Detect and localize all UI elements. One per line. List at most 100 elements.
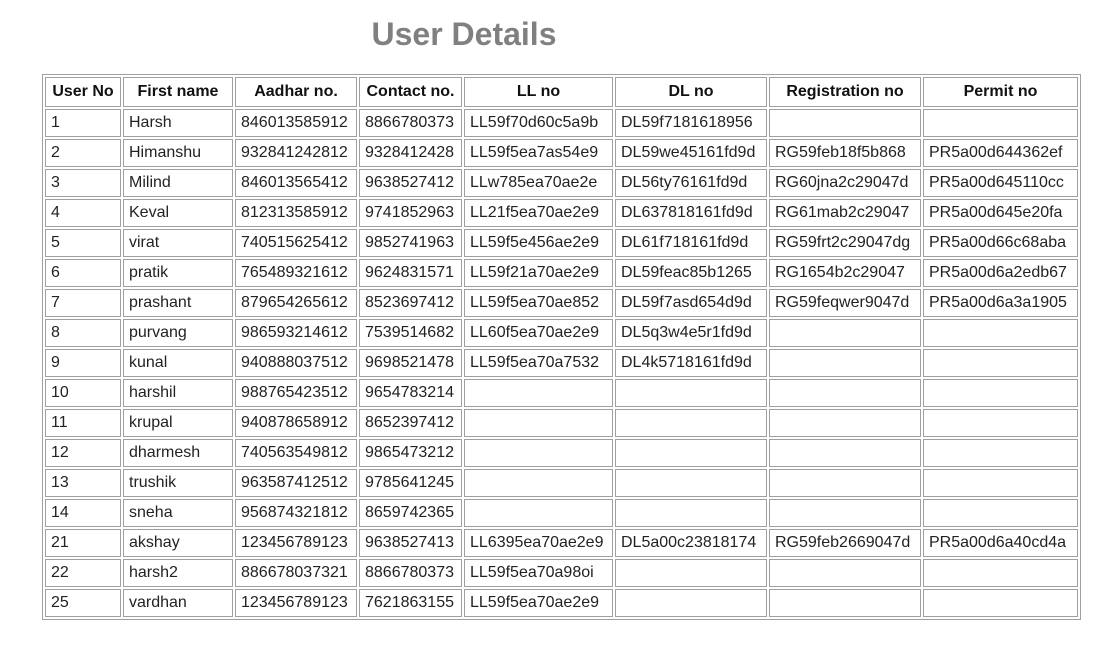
dl-no-cell: DL5q3w4e5r1fd9d	[615, 319, 767, 347]
ll-no-cell: LL60f5ea70ae2e9	[464, 319, 613, 347]
user-no-cell: 13	[45, 469, 121, 497]
table-row: 11 krupal 940878658912 8652397412	[45, 409, 1078, 437]
ll-no-cell	[464, 499, 613, 527]
permit-no-cell	[923, 559, 1078, 587]
aadhar-no-cell: 879654265612	[235, 289, 357, 317]
first-name-cell: Milind	[123, 169, 233, 197]
registration-no-cell	[769, 349, 921, 377]
aadhar-no-cell: 123456789123	[235, 529, 357, 557]
user-no-cell: 6	[45, 259, 121, 287]
ll-no-cell: LL59f5ea7as54e9	[464, 139, 613, 167]
permit-no-cell	[923, 469, 1078, 497]
registration-no-cell	[769, 559, 921, 587]
contact-no-cell: 9852741963	[359, 229, 462, 257]
aadhar-no-cell: 986593214612	[235, 319, 357, 347]
first-name-cell: harsh2	[123, 559, 233, 587]
dl-no-cell: DL61f718161fd9d	[615, 229, 767, 257]
header-dl-no: DL no	[615, 77, 767, 107]
table-row: 8 purvang 986593214612 7539514682 LL60f5ea70…	[45, 319, 1078, 347]
ll-no-cell: LL59f5ea70ae852	[464, 289, 613, 317]
dl-no-cell: DL59we45161fd9d	[615, 139, 767, 167]
aadhar-no-cell: 940888037512	[235, 349, 357, 377]
contact-no-cell: 8866780373	[359, 109, 462, 137]
permit-no-cell: PR5a00d645110cc	[923, 169, 1078, 197]
table-row: 3 Milind 846013565412 9638527412 LLw785ea70a…	[45, 169, 1078, 197]
permit-no-cell: PR5a00d6a2edb67	[923, 259, 1078, 287]
contact-no-cell: 7539514682	[359, 319, 462, 347]
first-name-cell: sneha	[123, 499, 233, 527]
user-no-cell: 1	[45, 109, 121, 137]
permit-no-cell: PR5a00d66c68aba	[923, 229, 1078, 257]
table-row: 25 vardhan 123456789123 7621863155 LL59f5ea7…	[45, 589, 1078, 617]
contact-no-cell: 9654783214	[359, 379, 462, 407]
permit-no-cell	[923, 499, 1078, 527]
dl-no-cell	[615, 589, 767, 617]
table-row: 14 sneha 956874321812 8659742365	[45, 499, 1078, 527]
table-body: 1 Harsh 846013585912 8866780373 LL59f70d60c5…	[45, 109, 1078, 617]
first-name-cell: krupal	[123, 409, 233, 437]
first-name-cell: virat	[123, 229, 233, 257]
registration-no-cell	[769, 379, 921, 407]
contact-no-cell: 9865473212	[359, 439, 462, 467]
aadhar-no-cell: 846013585912	[235, 109, 357, 137]
ll-no-cell: LL6395ea70ae2e9	[464, 529, 613, 557]
user-no-cell: 4	[45, 199, 121, 227]
user-no-cell: 14	[45, 499, 121, 527]
registration-no-cell	[769, 469, 921, 497]
dl-no-cell: DL59f7181618956	[615, 109, 767, 137]
table-row: 4 Keval 812313585912 9741852963 LL21f5ea70ae…	[45, 199, 1078, 227]
permit-no-cell	[923, 349, 1078, 377]
first-name-cell: Keval	[123, 199, 233, 227]
first-name-cell: prashant	[123, 289, 233, 317]
aadhar-no-cell: 932841242812	[235, 139, 357, 167]
registration-no-cell: RG59feb2669047d	[769, 529, 921, 557]
aadhar-no-cell: 123456789123	[235, 589, 357, 617]
ll-no-cell: LL59f70d60c5a9b	[464, 109, 613, 137]
user-no-cell: 3	[45, 169, 121, 197]
ll-no-cell: LL21f5ea70ae2e9	[464, 199, 613, 227]
user-details-table: User No First name Aadhar no. Contact no…	[42, 74, 1081, 620]
ll-no-cell: LL59f21a70ae2e9	[464, 259, 613, 287]
contact-no-cell: 9328412428	[359, 139, 462, 167]
header-permit-no: Permit no	[923, 77, 1078, 107]
user-no-cell: 25	[45, 589, 121, 617]
contact-no-cell: 9741852963	[359, 199, 462, 227]
contact-no-cell: 8523697412	[359, 289, 462, 317]
registration-no-cell: RG1654b2c29047	[769, 259, 921, 287]
header-user-no: User No	[45, 77, 121, 107]
first-name-cell: dharmesh	[123, 439, 233, 467]
dl-no-cell	[615, 379, 767, 407]
permit-no-cell	[923, 439, 1078, 467]
registration-no-cell	[769, 589, 921, 617]
table-row: 7 prashant 879654265612 8523697412 LL59f5ea7…	[45, 289, 1078, 317]
permit-no-cell: PR5a00d6a40cd4a	[923, 529, 1078, 557]
permit-no-cell	[923, 109, 1078, 137]
dl-no-cell: DL56ty76161fd9d	[615, 169, 767, 197]
contact-no-cell: 9624831571	[359, 259, 462, 287]
table-row: 2 Himanshu 932841242812 9328412428 LL59f5ea7…	[45, 139, 1078, 167]
first-name-cell: Himanshu	[123, 139, 233, 167]
dl-no-cell: DL637818161fd9d	[615, 199, 767, 227]
header-first-name: First name	[123, 77, 233, 107]
permit-no-cell: PR5a00d644362ef	[923, 139, 1078, 167]
first-name-cell: Harsh	[123, 109, 233, 137]
first-name-cell: kunal	[123, 349, 233, 377]
dl-no-cell: DL59f7asd654d9d	[615, 289, 767, 317]
ll-no-cell	[464, 439, 613, 467]
aadhar-no-cell: 846013565412	[235, 169, 357, 197]
table-header-row: User No First name Aadhar no. Contact no…	[45, 77, 1078, 107]
table-row: 13 trushik 963587412512 9785641245	[45, 469, 1078, 497]
first-name-cell: harshil	[123, 379, 233, 407]
contact-no-cell: 9785641245	[359, 469, 462, 497]
ll-no-cell	[464, 379, 613, 407]
contact-no-cell: 8866780373	[359, 559, 462, 587]
first-name-cell: purvang	[123, 319, 233, 347]
contact-no-cell: 8659742365	[359, 499, 462, 527]
dl-no-cell: DL5a00c23818174	[615, 529, 767, 557]
dl-no-cell: DL59feac85b1265	[615, 259, 767, 287]
page: User Details User No First name Aadhar n…	[0, 0, 1106, 652]
table-row: 6 pratik 765489321612 9624831571 LL59f21a70a…	[45, 259, 1078, 287]
permit-no-cell: PR5a00d645e20fa	[923, 199, 1078, 227]
user-no-cell: 10	[45, 379, 121, 407]
registration-no-cell: RG59feb18f5b868	[769, 139, 921, 167]
